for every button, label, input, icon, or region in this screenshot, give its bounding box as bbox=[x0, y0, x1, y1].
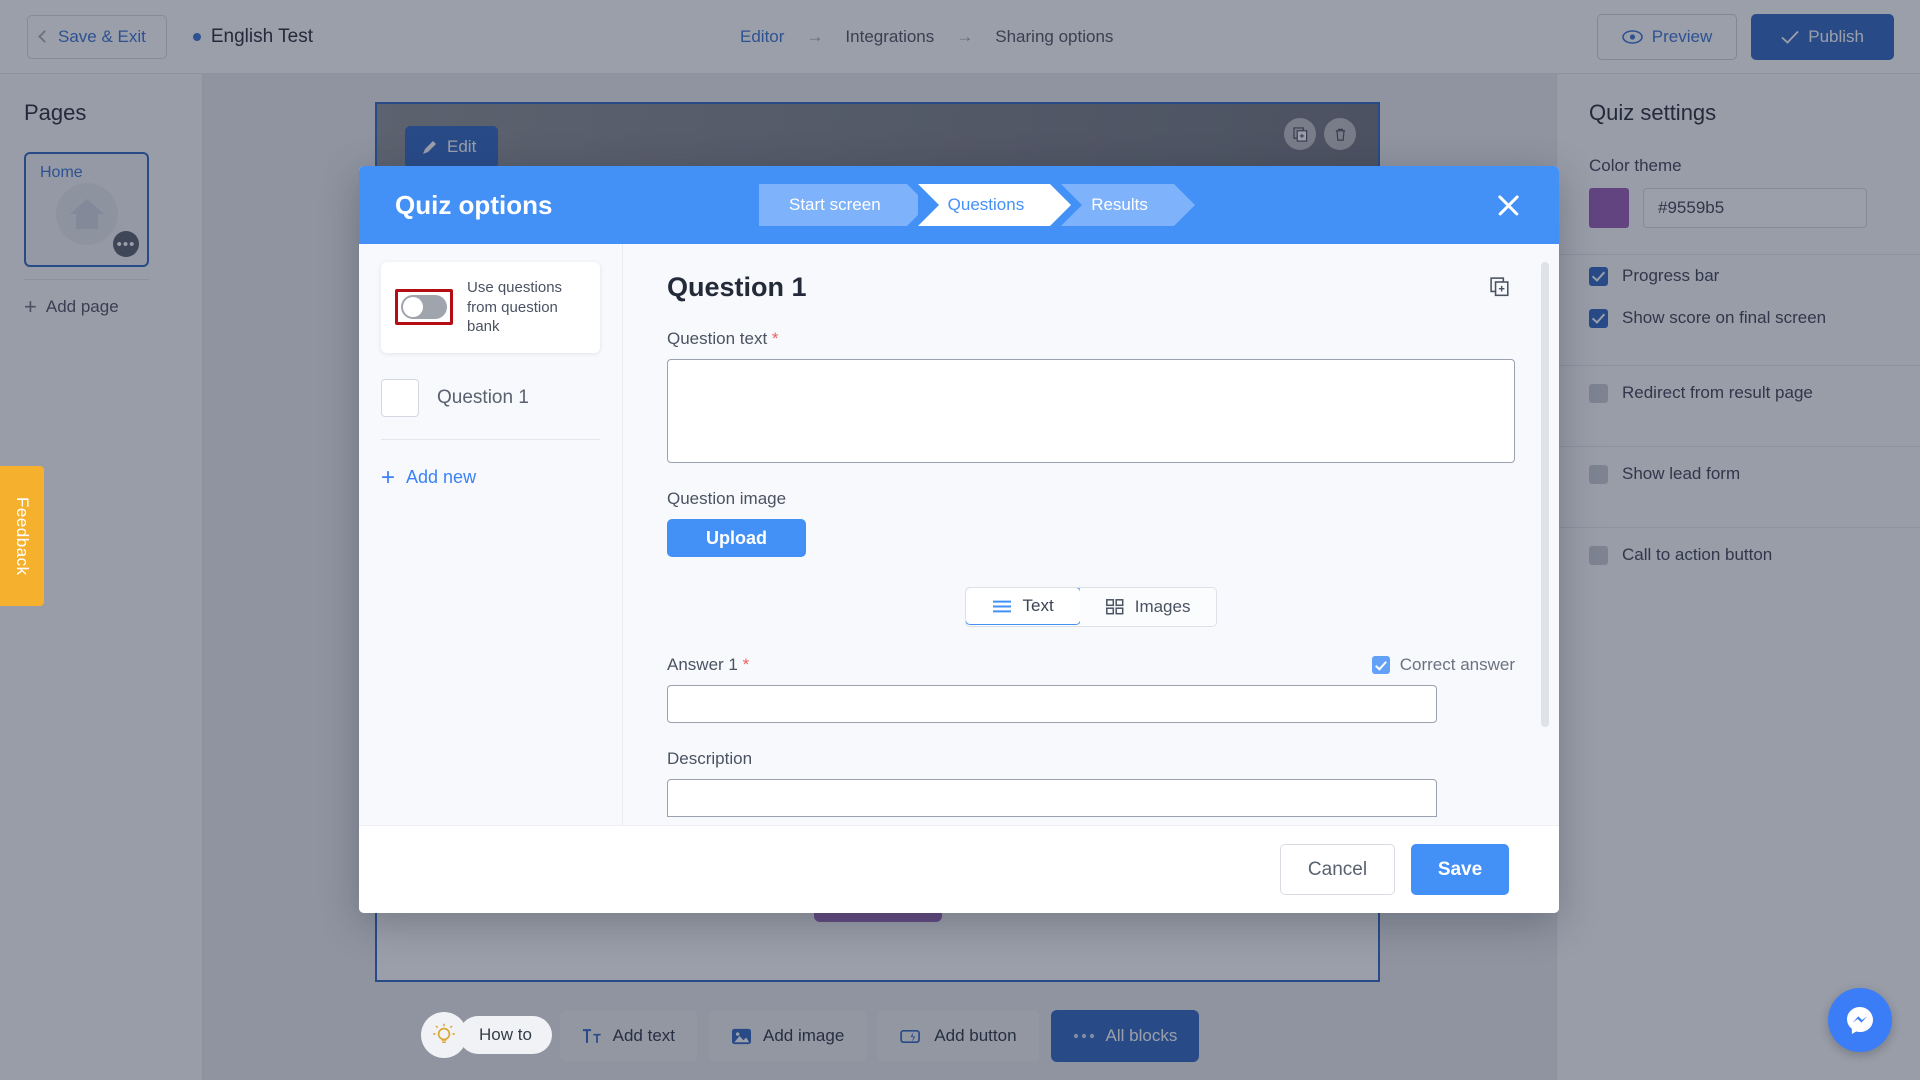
correct-answer-label: Correct answer bbox=[1399, 655, 1515, 674]
required-asterisk: * bbox=[742, 655, 750, 674]
checkbox-icon[interactable] bbox=[1371, 656, 1390, 674]
answer-row-header: Answer 1 * Correct answer bbox=[667, 655, 1515, 675]
description-label: Description bbox=[667, 749, 753, 768]
add-new-label: Add new bbox=[406, 467, 477, 487]
question-text-label: Question text * bbox=[667, 329, 1515, 349]
answer-type-segmented-control: Text Images bbox=[964, 587, 1218, 627]
grid-icon bbox=[1105, 599, 1124, 615]
modal-step-tabs: Start screen Questions Results bbox=[759, 166, 1195, 244]
answer-type-toggle: Text Images bbox=[667, 587, 1515, 627]
question-list-item-label: Question 1 bbox=[437, 386, 529, 408]
question-list-item[interactable]: Question 1 bbox=[381, 378, 600, 417]
feedback-label: Feedback bbox=[13, 496, 32, 576]
messenger-icon bbox=[1847, 1007, 1873, 1034]
modal-footer: Cancel Save bbox=[359, 825, 1559, 913]
modal-scrollbar[interactable] bbox=[1541, 262, 1549, 727]
answer-type-text-button[interactable]: Text bbox=[965, 588, 1081, 625]
question-bank-label: Use questions from question bank bbox=[467, 279, 563, 335]
question-text-input[interactable] bbox=[667, 359, 1515, 463]
step-start-screen[interactable]: Start screen bbox=[759, 184, 928, 226]
modal-header: Quiz options Start screen Questions Resu… bbox=[359, 166, 1559, 244]
question-bank-card: Use questions from question bank bbox=[381, 262, 600, 353]
answer-label-text: Answer 1 bbox=[667, 655, 738, 674]
cancel-button[interactable]: Cancel bbox=[1280, 844, 1395, 895]
toggle-knob bbox=[403, 297, 423, 318]
answer-type-images-button[interactable]: Images bbox=[1079, 588, 1217, 626]
modal-title: Quiz options bbox=[395, 189, 553, 220]
list-icon bbox=[992, 600, 1011, 612]
step-start-screen-label: Start screen bbox=[789, 195, 881, 214]
annotation-highlight-box bbox=[395, 289, 453, 326]
answer-type-text-label: Text bbox=[1022, 596, 1054, 615]
duplicate-icon[interactable] bbox=[1485, 272, 1515, 302]
question-editor-form: Question 1 Question text * Question imag… bbox=[623, 244, 1559, 825]
messenger-chat-button[interactable] bbox=[1828, 988, 1892, 1052]
answer-label: Answer 1 * bbox=[667, 655, 749, 675]
how-to-button[interactable]: How to bbox=[459, 1016, 552, 1054]
question-editor-header: Question 1 bbox=[667, 272, 1515, 303]
divider bbox=[381, 438, 600, 440]
description-input[interactable] bbox=[667, 779, 1437, 817]
feedback-tab[interactable]: Feedback bbox=[0, 466, 44, 606]
step-questions[interactable]: Questions bbox=[917, 184, 1071, 226]
modal-questions-panel: Use questions from question bank Questio… bbox=[359, 244, 623, 825]
how-to-widget[interactable]: How to bbox=[421, 1012, 552, 1058]
question-image-label: Question image bbox=[667, 489, 787, 508]
save-button[interactable]: Save bbox=[1411, 844, 1509, 895]
question-text-label-text: Question text bbox=[667, 329, 768, 348]
correct-answer-checkbox-row[interactable]: Correct answer bbox=[1371, 655, 1515, 675]
question-bank-toggle[interactable] bbox=[401, 295, 447, 320]
question-thumbnail bbox=[381, 378, 419, 417]
question-heading: Question 1 bbox=[667, 272, 807, 302]
app-root: Save & Exit English Test Editor → Integr… bbox=[0, 0, 1920, 1080]
required-asterisk: * bbox=[771, 329, 779, 348]
step-results[interactable]: Results bbox=[1061, 184, 1195, 226]
upload-image-button[interactable]: Upload bbox=[667, 519, 806, 557]
step-questions-label: Questions bbox=[947, 195, 1025, 214]
step-results-label: Results bbox=[1091, 195, 1148, 214]
answer-type-images-label: Images bbox=[1134, 597, 1191, 616]
plus-icon: + bbox=[381, 463, 396, 491]
add-new-question-button[interactable]: + Add new bbox=[381, 463, 600, 491]
modal-body: Use questions from question bank Questio… bbox=[359, 244, 1559, 825]
answer-1-input[interactable] bbox=[667, 685, 1437, 723]
close-icon[interactable] bbox=[1493, 190, 1523, 220]
quiz-options-modal: Quiz options Start screen Questions Resu… bbox=[359, 166, 1559, 913]
